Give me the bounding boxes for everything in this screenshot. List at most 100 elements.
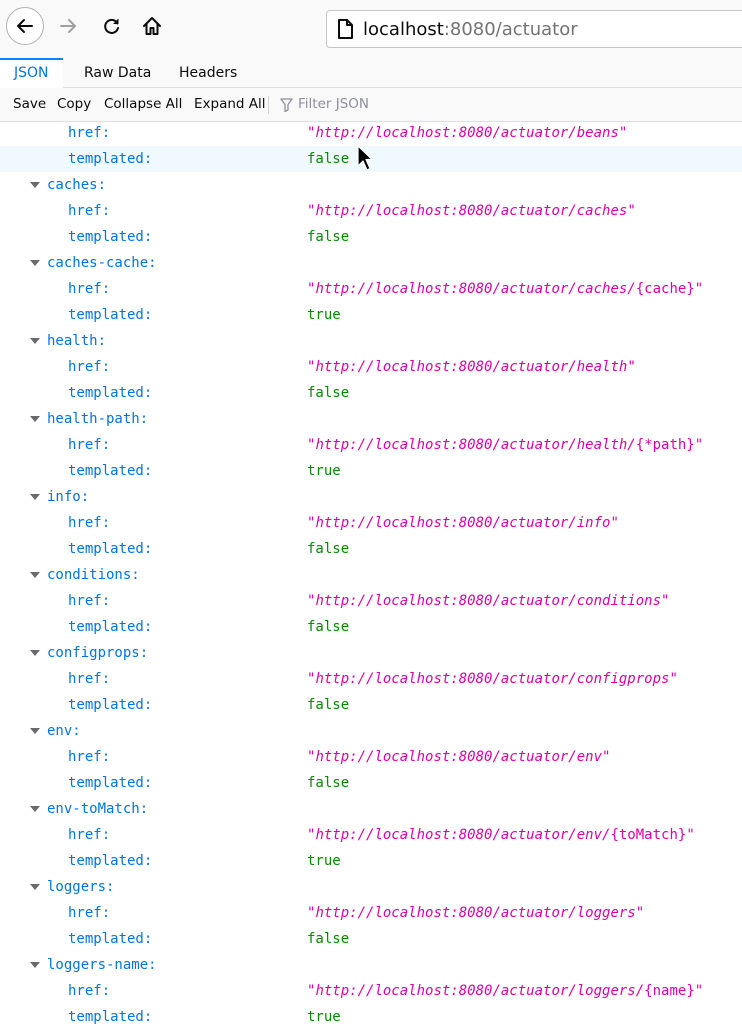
expand-toggle-icon[interactable] — [30, 806, 40, 812]
group-key: health-path: — [47, 411, 149, 427]
expand-toggle-icon[interactable] — [30, 182, 40, 188]
tree-row[interactable]: templated: false — [0, 692, 742, 718]
expand-toggle-icon[interactable] — [30, 338, 40, 344]
property-value: "http://localhost:8080/actuator/loggers/… — [307, 983, 704, 999]
property-value: "http://localhost:8080/actuator/loggers" — [307, 905, 645, 921]
reload-button[interactable] — [94, 8, 130, 44]
property-value: false — [307, 775, 350, 791]
property-key: templated: — [68, 229, 153, 245]
property-key: templated: — [68, 619, 153, 635]
tree-row[interactable]: href: "http://localhost:8080/actuator/con… — [0, 666, 742, 692]
tree-row[interactable]: href: "http://localhost:8080/actuator/log… — [0, 900, 742, 926]
tree-row[interactable]: templated: true — [0, 1004, 742, 1030]
tree-group-row[interactable]: caches-cache: — [0, 250, 742, 276]
collapse-all-button[interactable]: Collapse All — [104, 88, 182, 121]
expand-all-button[interactable]: Expand All — [194, 88, 266, 121]
copy-button[interactable]: Copy — [57, 88, 91, 121]
property-key: templated: — [68, 385, 153, 401]
tree-row[interactable]: href: "http://localhost:8080/actuator/con… — [0, 588, 742, 614]
tree-group-row[interactable]: info: — [0, 484, 742, 510]
property-key: templated: — [68, 853, 153, 869]
property-value: false — [307, 697, 350, 713]
filter-placeholder: Filter JSON — [298, 96, 370, 112]
property-key: href: — [68, 515, 111, 531]
url-bar[interactable]: localhost:8080/actuator — [326, 10, 742, 48]
property-key: href: — [68, 983, 111, 999]
url-host: localhost — [363, 18, 444, 40]
forward-button[interactable] — [50, 8, 86, 44]
group-key: conditions: — [47, 567, 140, 583]
page-icon — [337, 19, 353, 39]
tree-group-row[interactable]: loggers-name: — [0, 952, 742, 978]
tree-row[interactable]: templated: true — [0, 848, 742, 874]
tree-row[interactable]: templated: false — [0, 380, 742, 406]
expand-toggle-icon[interactable] — [30, 884, 40, 890]
property-value: false — [307, 541, 350, 557]
tree-group-row[interactable]: loggers: — [0, 874, 742, 900]
property-key: templated: — [68, 697, 153, 713]
tree-row[interactable]: templated: false — [0, 536, 742, 562]
tree-row[interactable]: href: "http://localhost:8080/actuator/hea… — [0, 354, 742, 380]
tree-row[interactable]: templated: false — [0, 614, 742, 640]
tree-group-row[interactable]: env: — [0, 718, 742, 744]
property-key: href: — [68, 827, 111, 843]
property-value: true — [307, 463, 341, 479]
expand-toggle-icon[interactable] — [30, 650, 40, 656]
filter-input[interactable]: Filter JSON — [280, 88, 369, 121]
property-value: true — [307, 307, 341, 323]
save-button[interactable]: Save — [13, 88, 46, 121]
tree-group-row[interactable]: configprops: — [0, 640, 742, 666]
tree-row[interactable]: href: "http://localhost:8080/actuator/env… — [0, 744, 742, 770]
property-key: templated: — [68, 931, 153, 947]
tree-group-row[interactable]: health: — [0, 328, 742, 354]
home-button[interactable] — [134, 8, 170, 44]
tab-json[interactable]: JSON — [0, 58, 63, 89]
tab-raw-data[interactable]: Raw Data — [70, 58, 165, 88]
expand-toggle-icon[interactable] — [30, 416, 40, 422]
tab-headers[interactable]: Headers — [165, 58, 251, 88]
group-key: loggers: — [47, 879, 115, 895]
arrow-left-icon — [17, 19, 33, 33]
tree-row[interactable]: href: "http://localhost:8080/actuator/inf… — [0, 510, 742, 536]
expand-toggle-icon[interactable] — [30, 572, 40, 578]
property-value: "http://localhost:8080/actuator/beans" — [307, 125, 628, 141]
property-key: href: — [68, 749, 111, 765]
property-value: false — [307, 151, 350, 167]
expand-toggle-icon[interactable] — [30, 260, 40, 266]
tree-row[interactable]: href: "http://localhost:8080/actuator/cac… — [0, 276, 742, 302]
tree-row[interactable]: href: "http://localhost:8080/actuator/cac… — [0, 198, 742, 224]
tree-group-row[interactable]: conditions: — [0, 562, 742, 588]
tree-row[interactable]: href: "http://localhost:8080/actuator/log… — [0, 978, 742, 1004]
url-text[interactable]: localhost:8080/actuator — [363, 19, 578, 40]
property-value: "http://localhost:8080/actuator/env" — [307, 749, 611, 765]
browser-toolbar: localhost:8080/actuator — [0, 0, 742, 59]
group-key: env-toMatch: — [47, 801, 149, 817]
tree-group-row[interactable]: caches: — [0, 172, 742, 198]
property-key: href: — [68, 671, 111, 687]
tree-row[interactable]: templated: false — [0, 926, 742, 952]
property-key: href: — [68, 125, 111, 141]
property-key: templated: — [68, 541, 153, 557]
tree-row[interactable]: templated: true — [0, 458, 742, 484]
property-value: "http://localhost:8080/actuator/caches" — [307, 203, 636, 219]
back-button[interactable] — [6, 7, 44, 45]
tree-row[interactable]: templated: false — [0, 770, 742, 796]
tree-row[interactable]: templated: true — [0, 302, 742, 328]
tree-group-row[interactable]: health-path: — [0, 406, 742, 432]
property-key: href: — [68, 593, 111, 609]
tree-group-row[interactable]: env-toMatch: — [0, 796, 742, 822]
tree-row[interactable]: templated: false — [0, 224, 742, 250]
tree-row[interactable]: href: "http://localhost:8080/actuator/hea… — [0, 432, 742, 458]
expand-toggle-icon[interactable] — [30, 962, 40, 968]
tree-row[interactable]: href: "http://localhost:8080/actuator/env… — [0, 822, 742, 848]
property-key: templated: — [68, 307, 153, 323]
group-key: env: — [47, 723, 81, 739]
property-key: href: — [68, 359, 111, 375]
expand-toggle-icon[interactable] — [30, 494, 40, 500]
expand-toggle-icon[interactable] — [30, 728, 40, 734]
tree-row[interactable]: href: "http://localhost:8080/actuator/be… — [0, 120, 742, 146]
property-key: templated: — [68, 463, 153, 479]
arrow-right-icon — [60, 19, 76, 33]
property-key: templated: — [68, 151, 153, 167]
property-key: href: — [68, 905, 111, 921]
